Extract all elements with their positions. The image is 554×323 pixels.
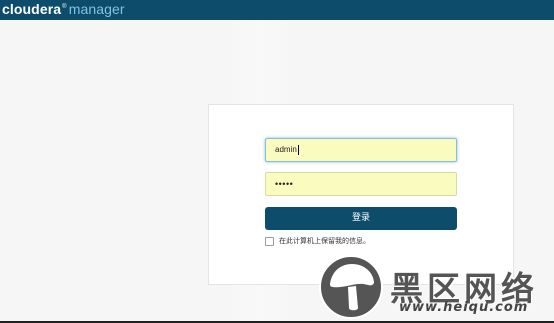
- login-page: cloudera ® manager admin ••••• 登录 在此计算机上…: [0, 0, 554, 323]
- text-caret: [297, 144, 299, 155]
- remember-me-checkbox[interactable]: [265, 236, 274, 246]
- mushroom-logo-icon: [319, 255, 383, 319]
- logo-registered-mark: ®: [62, 4, 67, 10]
- watermark-url: www.heiqu.com: [399, 300, 529, 315]
- username-input[interactable]: admin: [265, 138, 457, 162]
- top-navbar: cloudera ® manager: [0, 0, 554, 20]
- remember-me-label[interactable]: 在此计算机上保留我的信息。: [279, 236, 370, 246]
- password-mask: •••••: [275, 179, 294, 189]
- cloudera-manager-logo[interactable]: cloudera ® manager: [2, 1, 125, 19]
- logo-product-text: manager: [68, 1, 125, 17]
- site-watermark: 黑区网络 www.heiqu.com: [318, 254, 554, 320]
- logo-brand-text: cloudera: [2, 1, 62, 17]
- username-value: admin: [275, 145, 297, 154]
- login-button[interactable]: 登录: [265, 207, 457, 230]
- remember-me-row[interactable]: 在此计算机上保留我的信息。: [265, 236, 370, 246]
- password-input[interactable]: •••••: [265, 172, 457, 196]
